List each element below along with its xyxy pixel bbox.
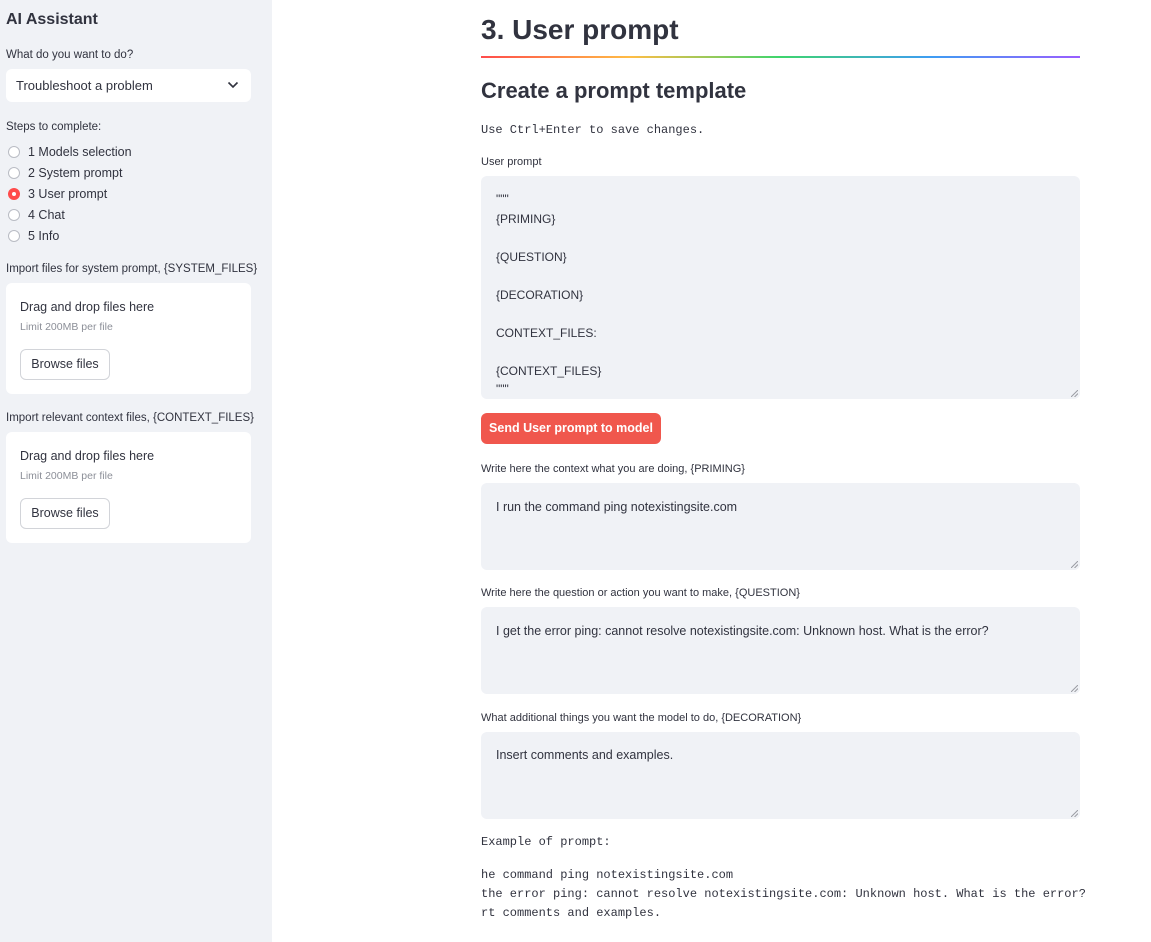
question-textarea[interactable]: I get the error ping: cannot resolve not… xyxy=(481,607,1080,694)
decoration-label: What additional things you want the mode… xyxy=(481,712,802,724)
section-heading: Create a prompt template xyxy=(481,78,747,103)
priming-textarea[interactable]: I run the command ping notexistingsite.c… xyxy=(481,483,1080,570)
prompt-line: """ xyxy=(496,192,509,206)
send-user-prompt-button[interactable]: Send User prompt to model xyxy=(481,413,661,444)
decoration-textarea[interactable]: Insert comments and examples. xyxy=(481,732,1080,819)
prompt-line: {QUESTION} xyxy=(496,250,567,264)
prompt-line: {PRIMING} xyxy=(496,212,556,226)
resize-handle-icon[interactable] xyxy=(1071,561,1078,568)
save-hint: Use Ctrl+Enter to save changes. xyxy=(481,123,705,137)
question-value: I get the error ping: cannot resolve not… xyxy=(496,624,989,638)
decoration-value: Insert comments and examples. xyxy=(496,748,674,762)
priming-label: Write here the context what you are doin… xyxy=(481,463,745,475)
example-line: he command ping notexistingsite.com xyxy=(481,868,734,882)
resize-handle-icon[interactable] xyxy=(1071,810,1078,817)
prompt-line: CONTEXT_FILES: xyxy=(496,326,597,340)
prompt-line: """ xyxy=(496,382,509,396)
example-line: the error ping: cannot resolve notexisti… xyxy=(481,887,1086,901)
priming-value: I run the command ping notexistingsite.c… xyxy=(496,500,738,514)
prompt-line: {CONTEXT_FILES} xyxy=(496,364,602,378)
page-title: 3. User prompt xyxy=(481,14,679,45)
example-line: rt comments and examples. xyxy=(481,906,662,920)
resize-handle-icon[interactable] xyxy=(1071,685,1078,692)
question-label: Write here the question or action you wa… xyxy=(481,587,800,599)
resize-handle-icon[interactable] xyxy=(1071,390,1078,397)
user-prompt-textarea[interactable]: """ {PRIMING} {QUESTION} {DECORATION} CO… xyxy=(481,176,1080,399)
user-prompt-label: User prompt xyxy=(481,156,542,168)
title-divider xyxy=(481,56,1080,58)
example-label: Example of prompt: xyxy=(481,835,611,849)
prompt-line: {DECORATION} xyxy=(496,288,584,302)
main-content: 3. User prompt Create a prompt template … xyxy=(0,0,1151,942)
